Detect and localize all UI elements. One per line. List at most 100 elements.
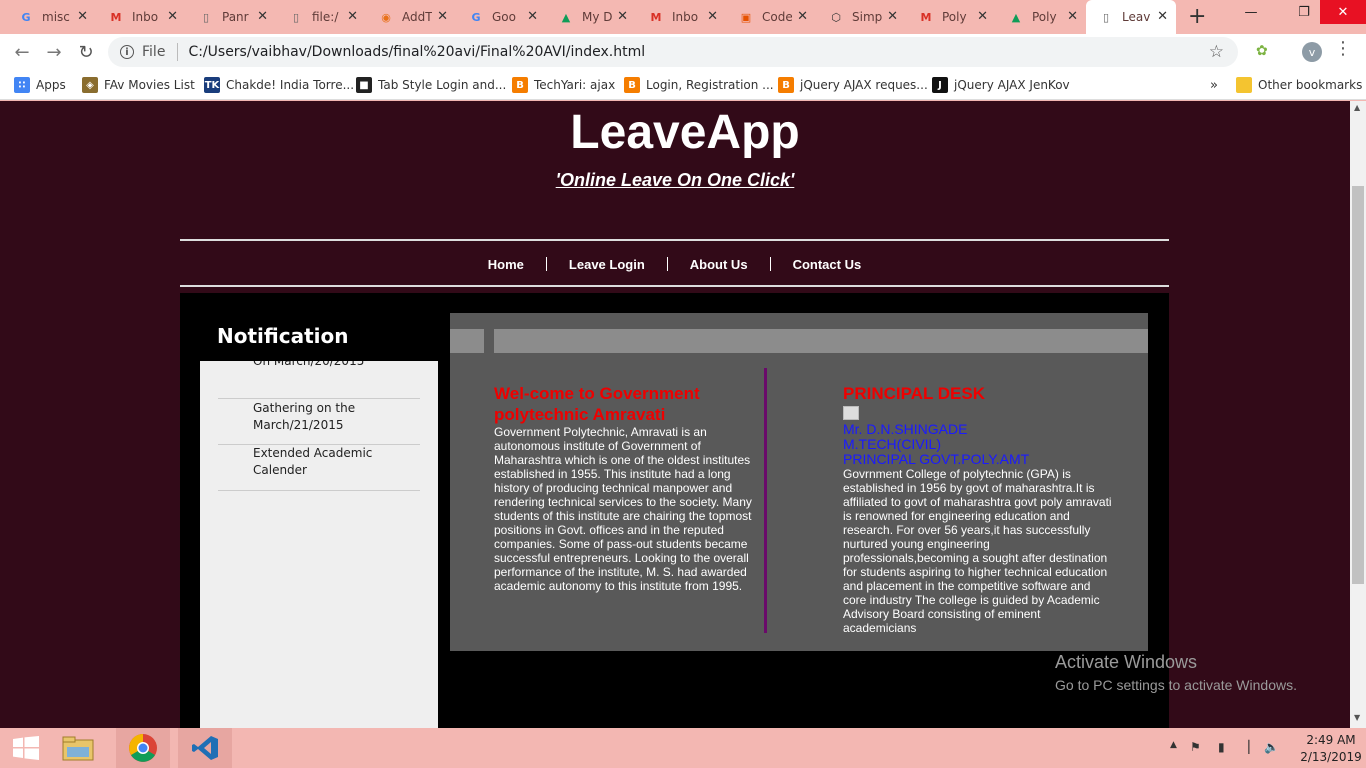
clock-date: 2/13/2019 (1300, 750, 1362, 764)
bookmark-item[interactable]: ∷ Apps (14, 76, 66, 94)
address-bar[interactable]: i File C:/Users/vaibhav/Downloads/final%… (108, 37, 1238, 67)
close-tab-icon[interactable]: ✕ (707, 9, 718, 24)
site-title: LeaveApp (570, 106, 800, 159)
bookmark-item[interactable]: ◈ FAv Movies List (82, 76, 195, 94)
scroll-down-icon[interactable]: ▼ (1354, 713, 1360, 722)
browser-tab[interactable]: M Inbo ✕ (636, 0, 726, 34)
tk-icon: TK (204, 77, 220, 93)
browser-tab[interactable]: M Poly ✕ (906, 0, 996, 34)
battery-icon[interactable]: ▮ (1218, 740, 1225, 754)
bookmark-label: Chakde! India Torre... (226, 78, 355, 92)
close-tab-icon[interactable]: ✕ (1157, 9, 1168, 24)
file-explorer-icon[interactable] (52, 728, 104, 768)
clock-time: 2:49 AM (1306, 733, 1356, 747)
bookmark-item[interactable]: BjQuery AJAX reques... (778, 76, 928, 94)
chrome-taskbar-icon[interactable] (116, 728, 170, 768)
nav-contact-us[interactable]: Contact Us (771, 257, 884, 272)
reload-icon[interactable]: ↻ (74, 40, 98, 64)
blogger-icon: B (512, 77, 528, 93)
header-bar-small (450, 329, 484, 353)
tab-title: Poly (942, 10, 967, 24)
browser-tab[interactable]: ▯ file:/ ✕ (276, 0, 366, 34)
scrollbar-thumb[interactable] (1352, 186, 1364, 584)
volume-icon[interactable]: 🔈 (1264, 740, 1279, 754)
tab-title: Inbo (132, 10, 159, 24)
main-nav: Home Leave Login About Us Contact Us (180, 242, 1169, 286)
principal-designation: PRINCIPAL GOVT.POLY.AMT (843, 451, 1030, 467)
bookmark-label: FAv Movies List (104, 78, 195, 92)
page-icon: ▯ (1102, 10, 1110, 24)
bookmark-item[interactable]: ■ Tab Style Login and... (356, 76, 506, 94)
browser-tab[interactable]: ◉ AddT ✕ (366, 0, 456, 34)
google-icon: G (21, 10, 31, 24)
close-tab-icon[interactable]: ✕ (347, 9, 358, 24)
browser-tab[interactable]: ⬡ Simp ✕ (816, 0, 906, 34)
nav-about-us[interactable]: About Us (668, 257, 770, 272)
more-bookmarks-button[interactable]: » (1210, 76, 1218, 94)
close-tab-icon[interactable]: ✕ (527, 9, 538, 24)
minimize-button[interactable]: — (1228, 0, 1274, 24)
close-window-button[interactable]: ✕ (1320, 0, 1366, 24)
drive-icon: ▲ (1011, 10, 1021, 24)
profile-avatar[interactable]: v (1302, 42, 1322, 62)
browser-tab[interactable]: ▯ Leav ✕ (1086, 0, 1176, 34)
tab-title: Poly (1032, 10, 1057, 24)
drive-icon: ▲ (561, 10, 571, 24)
page-scrollbar[interactable]: ▲ ▼ (1350, 101, 1366, 728)
browser-tab[interactable]: ▯ Panr ✕ (186, 0, 276, 34)
bookmark-item[interactable]: JjQuery AJAX JenKov (932, 76, 1070, 94)
notification-item[interactable]: On March/20/2015 (218, 361, 420, 370)
nav-home[interactable]: Home (466, 257, 546, 272)
notification-divider (218, 398, 420, 399)
apps-grid-icon: ∷ (14, 77, 30, 93)
tab-title: file:/ (312, 10, 339, 24)
nav-leave-login[interactable]: Leave Login (547, 257, 667, 272)
bookmark-item[interactable]: TK Chakde! India Torre... (204, 76, 354, 94)
notification-item[interactable]: Gathering on the March/21/2015 (218, 400, 420, 434)
bookmark-label: Apps (36, 78, 66, 92)
gmail-icon: M (920, 10, 932, 24)
close-tab-icon[interactable]: ✕ (167, 9, 178, 24)
close-tab-icon[interactable]: ✕ (887, 9, 898, 24)
kebab-menu-icon[interactable]: ⋮ (1334, 38, 1352, 59)
bookmark-item[interactable]: B Login, Registration ... (624, 76, 774, 94)
bookmarks-bar: » Other bookmarks ∷ Apps ◈ FAv Movies List T… (0, 70, 1366, 100)
browser-tab[interactable]: ▲ Poly ✕ (996, 0, 1086, 34)
close-tab-icon[interactable]: ✕ (977, 9, 988, 24)
windows-start-icon[interactable] (0, 728, 52, 768)
codepen-icon: ⬡ (831, 10, 841, 24)
notification-item[interactable]: Extended Academic Calender (218, 445, 420, 479)
vscode-taskbar-icon[interactable] (178, 728, 232, 768)
bookmark-star-icon[interactable]: ☆ (1209, 42, 1224, 62)
info-icon[interactable]: i (120, 45, 134, 59)
back-icon[interactable]: ← (10, 40, 34, 64)
system-clock[interactable]: 2:49 AM 2/13/2019 (1296, 732, 1366, 766)
close-tab-icon[interactable]: ✕ (77, 9, 88, 24)
browser-tab[interactable]: ▲ My D ✕ (546, 0, 636, 34)
close-tab-icon[interactable]: ✕ (797, 9, 808, 24)
close-tab-icon[interactable]: ✕ (257, 9, 268, 24)
action-center-icon[interactable]: ⚑ (1190, 740, 1201, 754)
other-bookmarks-folder[interactable]: Other bookmarks (1236, 76, 1362, 94)
close-tab-icon[interactable]: ✕ (1067, 9, 1078, 24)
browser-tab[interactable]: M Inbo ✕ (96, 0, 186, 34)
bookmark-item[interactable]: B TechYari: ajax (512, 76, 615, 94)
new-tab-button[interactable]: + (1188, 4, 1206, 29)
notification-panel[interactable]: On March/20/2015 Gathering on the March/… (200, 361, 438, 728)
browser-tab[interactable]: G Goo ✕ (456, 0, 546, 34)
tab-title: Inbo (672, 10, 699, 24)
close-tab-icon[interactable]: ✕ (437, 9, 448, 24)
tray-chevron-icon[interactable]: ▲ (1170, 740, 1177, 750)
browser-tab[interactable]: ▣ Code ✕ (726, 0, 816, 34)
browser-tab[interactable]: Gmisc ✕ (6, 0, 96, 34)
scroll-up-icon[interactable]: ▲ (1354, 103, 1360, 112)
principal-photo (843, 406, 859, 420)
principal-heading: PRINCIPAL DESK (843, 384, 986, 403)
extension-icon[interactable]: ✿ (1256, 43, 1274, 61)
code-icon: ▣ (740, 10, 752, 24)
network-icon[interactable]: ▕ (1240, 740, 1249, 754)
welcome-text: Government Polytechnic, Amravati is an a… (494, 425, 752, 593)
url-text[interactable]: C:/Users/vaibhav/Downloads/final%20avi/F… (188, 44, 645, 60)
forward-icon[interactable]: → (42, 40, 66, 64)
close-tab-icon[interactable]: ✕ (617, 9, 628, 24)
